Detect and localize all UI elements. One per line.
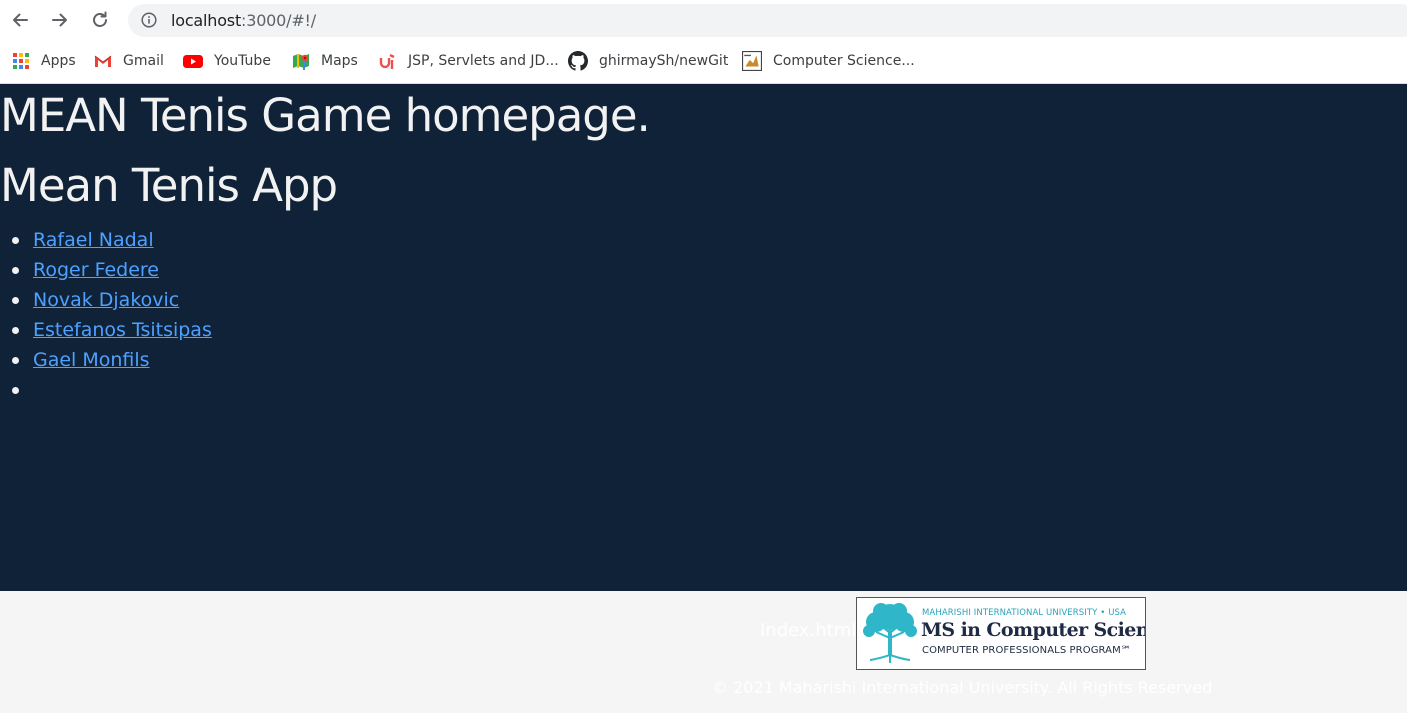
bookmark-github-newgit[interactable]: ghirmaySh/newGit bbox=[568, 51, 728, 71]
bookmark-maps[interactable]: Maps bbox=[292, 51, 358, 71]
player-link[interactable]: Roger Federe bbox=[33, 259, 159, 281]
bookmark-label: JSP, Servlets and JD... bbox=[408, 53, 559, 69]
address-bar[interactable]: localhost:3000/#!/ bbox=[128, 4, 1407, 37]
bookmark-label: Maps bbox=[321, 53, 358, 69]
player-link[interactable]: Novak Djakovic bbox=[33, 289, 179, 311]
page-content: MEAN Tenis Game homepage. Mean Tenis App… bbox=[0, 84, 1407, 591]
bookmark-label: YouTube bbox=[214, 53, 271, 69]
gmail-icon bbox=[94, 55, 112, 67]
bookmark-jsp-servlets[interactable]: JSP, Servlets and JD... bbox=[379, 51, 559, 71]
bookmark-computer-science[interactable]: Computer Science... bbox=[742, 51, 915, 71]
copyright-text: © 2021 Maharishi International Universit… bbox=[712, 678, 1213, 697]
browser-toolbar: localhost:3000/#!/ bbox=[0, 0, 1407, 40]
url-host: localhost bbox=[171, 11, 242, 30]
youtube-icon bbox=[183, 55, 203, 68]
bullet-icon bbox=[12, 387, 19, 394]
github-icon bbox=[568, 51, 588, 71]
list-item bbox=[12, 375, 212, 405]
index-link[interactable]: Index.html bbox=[760, 620, 856, 641]
bullet-icon bbox=[12, 297, 19, 304]
bullet-icon bbox=[12, 357, 19, 364]
player-link[interactable]: Estefanos Tsitsipas bbox=[33, 319, 212, 341]
app-title: Mean Tenis App bbox=[0, 159, 338, 212]
computer-science-icon bbox=[742, 51, 762, 71]
logo-program-subtitle: COMPUTER PROFESSIONALS PROGRAM℠ bbox=[922, 645, 1132, 656]
list-item: Roger Federe bbox=[12, 255, 212, 285]
forward-button[interactable] bbox=[46, 6, 74, 34]
url-path: :3000/#!/ bbox=[241, 11, 316, 30]
udemy-icon bbox=[379, 53, 395, 69]
footer: Index.html MAHARISHI INTERNATIONAL UNIVE… bbox=[0, 591, 1407, 713]
back-button[interactable] bbox=[6, 6, 34, 34]
players-list: Rafael Nadal Roger Federe Novak Djakovic… bbox=[0, 225, 212, 405]
bullet-icon bbox=[12, 237, 19, 244]
bookmark-label: ghirmaySh/newGit bbox=[599, 53, 729, 69]
logo-university-line: MAHARISHI INTERNATIONAL UNIVERSITY • USA bbox=[922, 608, 1127, 618]
logo-program-title: MS in Computer Science bbox=[921, 619, 1145, 641]
bookmarks-bar: Apps Gmail YouTube Maps JSP, Servlets an… bbox=[0, 40, 1407, 84]
url-text: localhost:3000/#!/ bbox=[171, 11, 316, 30]
reload-button[interactable] bbox=[86, 6, 114, 34]
back-arrow-icon bbox=[13, 13, 28, 27]
bookmark-label: Computer Science... bbox=[773, 53, 915, 69]
bullet-icon bbox=[12, 327, 19, 334]
bookmark-label: Gmail bbox=[123, 53, 164, 69]
list-item: Gael Monfils bbox=[12, 345, 212, 375]
bookmark-label: Apps bbox=[41, 53, 76, 69]
page-heading: MEAN Tenis Game homepage. bbox=[0, 89, 651, 142]
player-link[interactable]: Rafael Nadal bbox=[33, 229, 154, 251]
apps-grid-icon bbox=[13, 53, 29, 69]
maps-icon bbox=[293, 54, 309, 70]
list-item: Rafael Nadal bbox=[12, 225, 212, 255]
list-item: Estefanos Tsitsipas bbox=[12, 315, 212, 345]
tree-logo-icon bbox=[863, 603, 917, 663]
bookmark-youtube[interactable]: YouTube bbox=[183, 51, 271, 71]
site-info-icon[interactable] bbox=[141, 12, 157, 28]
university-logo: MAHARISHI INTERNATIONAL UNIVERSITY • USA… bbox=[856, 597, 1146, 670]
reload-icon bbox=[93, 11, 107, 27]
forward-arrow-icon bbox=[52, 13, 67, 27]
bullet-icon bbox=[12, 267, 19, 274]
bookmark-gmail[interactable]: Gmail bbox=[94, 51, 164, 71]
bookmark-apps[interactable]: Apps bbox=[12, 51, 76, 71]
player-link[interactable]: Gael Monfils bbox=[33, 349, 150, 371]
list-item: Novak Djakovic bbox=[12, 285, 212, 315]
